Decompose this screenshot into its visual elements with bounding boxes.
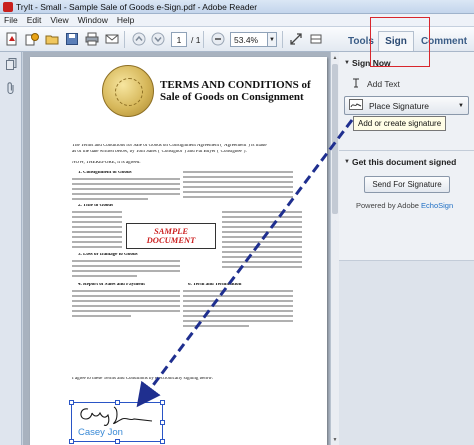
scroll-up-icon[interactable]: ▲: [331, 53, 339, 62]
place-signature-label: Place Signature: [369, 100, 430, 111]
document-title-line2: Sale of Goods on Consignment: [160, 91, 304, 103]
section-heading: 2. Title to Goods: [78, 204, 114, 208]
get-signed-label: Get this document signed: [351, 157, 457, 167]
menu-help[interactable]: Help: [117, 15, 134, 25]
signature-field[interactable]: Casey Jon: [69, 400, 165, 444]
next-page-icon[interactable]: [150, 31, 166, 47]
echosign-link[interactable]: EchoSign: [421, 201, 453, 210]
stamp-line2: DOCUMENT: [146, 235, 196, 245]
section-heading: 3. Loss or Damage to Goods: [78, 253, 138, 257]
section-text: [72, 290, 180, 320]
gold-seal-image: [102, 65, 154, 117]
adobe-reader-icon: [3, 1, 13, 12]
collapse-triangle-icon: ▼: [344, 159, 350, 165]
section-text: [72, 178, 180, 203]
document-title-line1: TERMS AND CONDITIONS of: [160, 79, 311, 91]
collapse-triangle-icon: ▼: [344, 60, 350, 66]
title-bar: TryIt - Small - Sample Sale of Goods e-S…: [0, 0, 474, 14]
section-heading: 6. Term and Termination: [188, 283, 242, 287]
add-text-label: Add Text: [367, 79, 400, 89]
toolbar-separator: [203, 31, 204, 48]
zoom-out-icon[interactable]: [210, 31, 226, 47]
zoom-level-input[interactable]: 53.4%: [230, 32, 268, 47]
section-text: [72, 211, 122, 251]
navigation-rail: [0, 52, 22, 445]
resize-handle[interactable]: [115, 400, 120, 405]
handwritten-signature: [80, 406, 153, 426]
toolbar-separator: [282, 31, 283, 48]
intro-text-2: as of the date written below, by Tom Sal…: [72, 150, 247, 154]
agreement-statement: I agree to these Terms and Conditions by…: [72, 377, 214, 381]
right-column-text: [183, 171, 293, 201]
menu-file[interactable]: File: [4, 15, 18, 25]
combine-files-icon[interactable]: [24, 31, 40, 47]
chevron-down-icon[interactable]: ▼: [268, 32, 277, 47]
window-title: TryIt - Small - Sample Sale of Goods e-S…: [16, 1, 258, 12]
sign-tab-highlight: [370, 17, 430, 67]
open-folder-icon[interactable]: [44, 31, 60, 47]
previous-page-icon[interactable]: [131, 31, 147, 47]
right-column-text: [183, 290, 293, 330]
intro-text: The Terms and Conditions for Sale of Goo…: [72, 144, 267, 148]
section-text: [72, 260, 180, 280]
page-number-input[interactable]: 1: [171, 32, 187, 47]
resize-handle[interactable]: [115, 439, 120, 444]
menu-edit[interactable]: Edit: [27, 15, 42, 25]
sample-document-stamp: SAMPLE DOCUMENT: [126, 223, 216, 249]
page-total: / 1: [191, 35, 201, 45]
powered-by-text: Powered by Adobe EchoSign: [356, 201, 453, 210]
read-mode-icon[interactable]: [308, 31, 324, 47]
tooltip: Add or create signature: [353, 116, 447, 131]
sign-pane: ▼ Sign Now Add Text Place Signature ▼ ▼ …: [339, 52, 474, 445]
pdf-page: TERMS AND CONDITIONS of Sale of Goods on…: [30, 57, 327, 445]
email-icon[interactable]: [104, 31, 120, 47]
fit-page-icon[interactable]: [288, 31, 304, 47]
attachments-icon[interactable]: [5, 82, 17, 94]
resize-handle[interactable]: [69, 439, 74, 444]
menu-window[interactable]: Window: [78, 15, 108, 25]
create-pdf-icon[interactable]: [4, 31, 20, 47]
powered-prefix: Powered by Adobe: [356, 201, 422, 210]
resize-handle[interactable]: [160, 420, 165, 425]
right-column-text: [222, 211, 302, 271]
menu-view[interactable]: View: [50, 15, 68, 25]
send-for-signature-button[interactable]: Send For Signature: [364, 176, 450, 193]
signer-name: Casey Jon: [78, 427, 123, 438]
vertical-scrollbar[interactable]: ▲ ▼: [330, 52, 339, 445]
resize-handle[interactable]: [160, 439, 165, 444]
toolbar-separator: [124, 31, 125, 48]
section-heading: 1. Consignment of Goods: [78, 171, 132, 175]
add-text-button[interactable]: Add Text: [351, 78, 400, 90]
resize-handle[interactable]: [69, 400, 74, 405]
save-icon[interactable]: [64, 31, 80, 47]
text-cursor-icon: [351, 78, 361, 90]
chevron-down-icon: ▼: [458, 102, 464, 109]
signature-pen-icon: [349, 99, 363, 112]
resize-handle[interactable]: [160, 400, 165, 405]
scroll-down-icon[interactable]: ▼: [331, 435, 339, 444]
whereas-text: NOW, THEREFORE, it is agreed:: [72, 161, 141, 165]
print-icon[interactable]: [84, 31, 100, 47]
get-signed-section: ▼ Get this document signed Send For Sign…: [339, 151, 474, 261]
pages-icon[interactable]: [5, 58, 17, 70]
section-heading: 4. Report of Sales and Payment: [78, 283, 145, 287]
get-signed-header[interactable]: ▼ Get this document signed: [344, 157, 456, 167]
document-title: TERMS AND CONDITIONS of Sale of Goods on…: [160, 79, 325, 103]
place-signature-button[interactable]: Place Signature ▼: [344, 96, 469, 115]
scroll-thumb[interactable]: [332, 64, 338, 214]
